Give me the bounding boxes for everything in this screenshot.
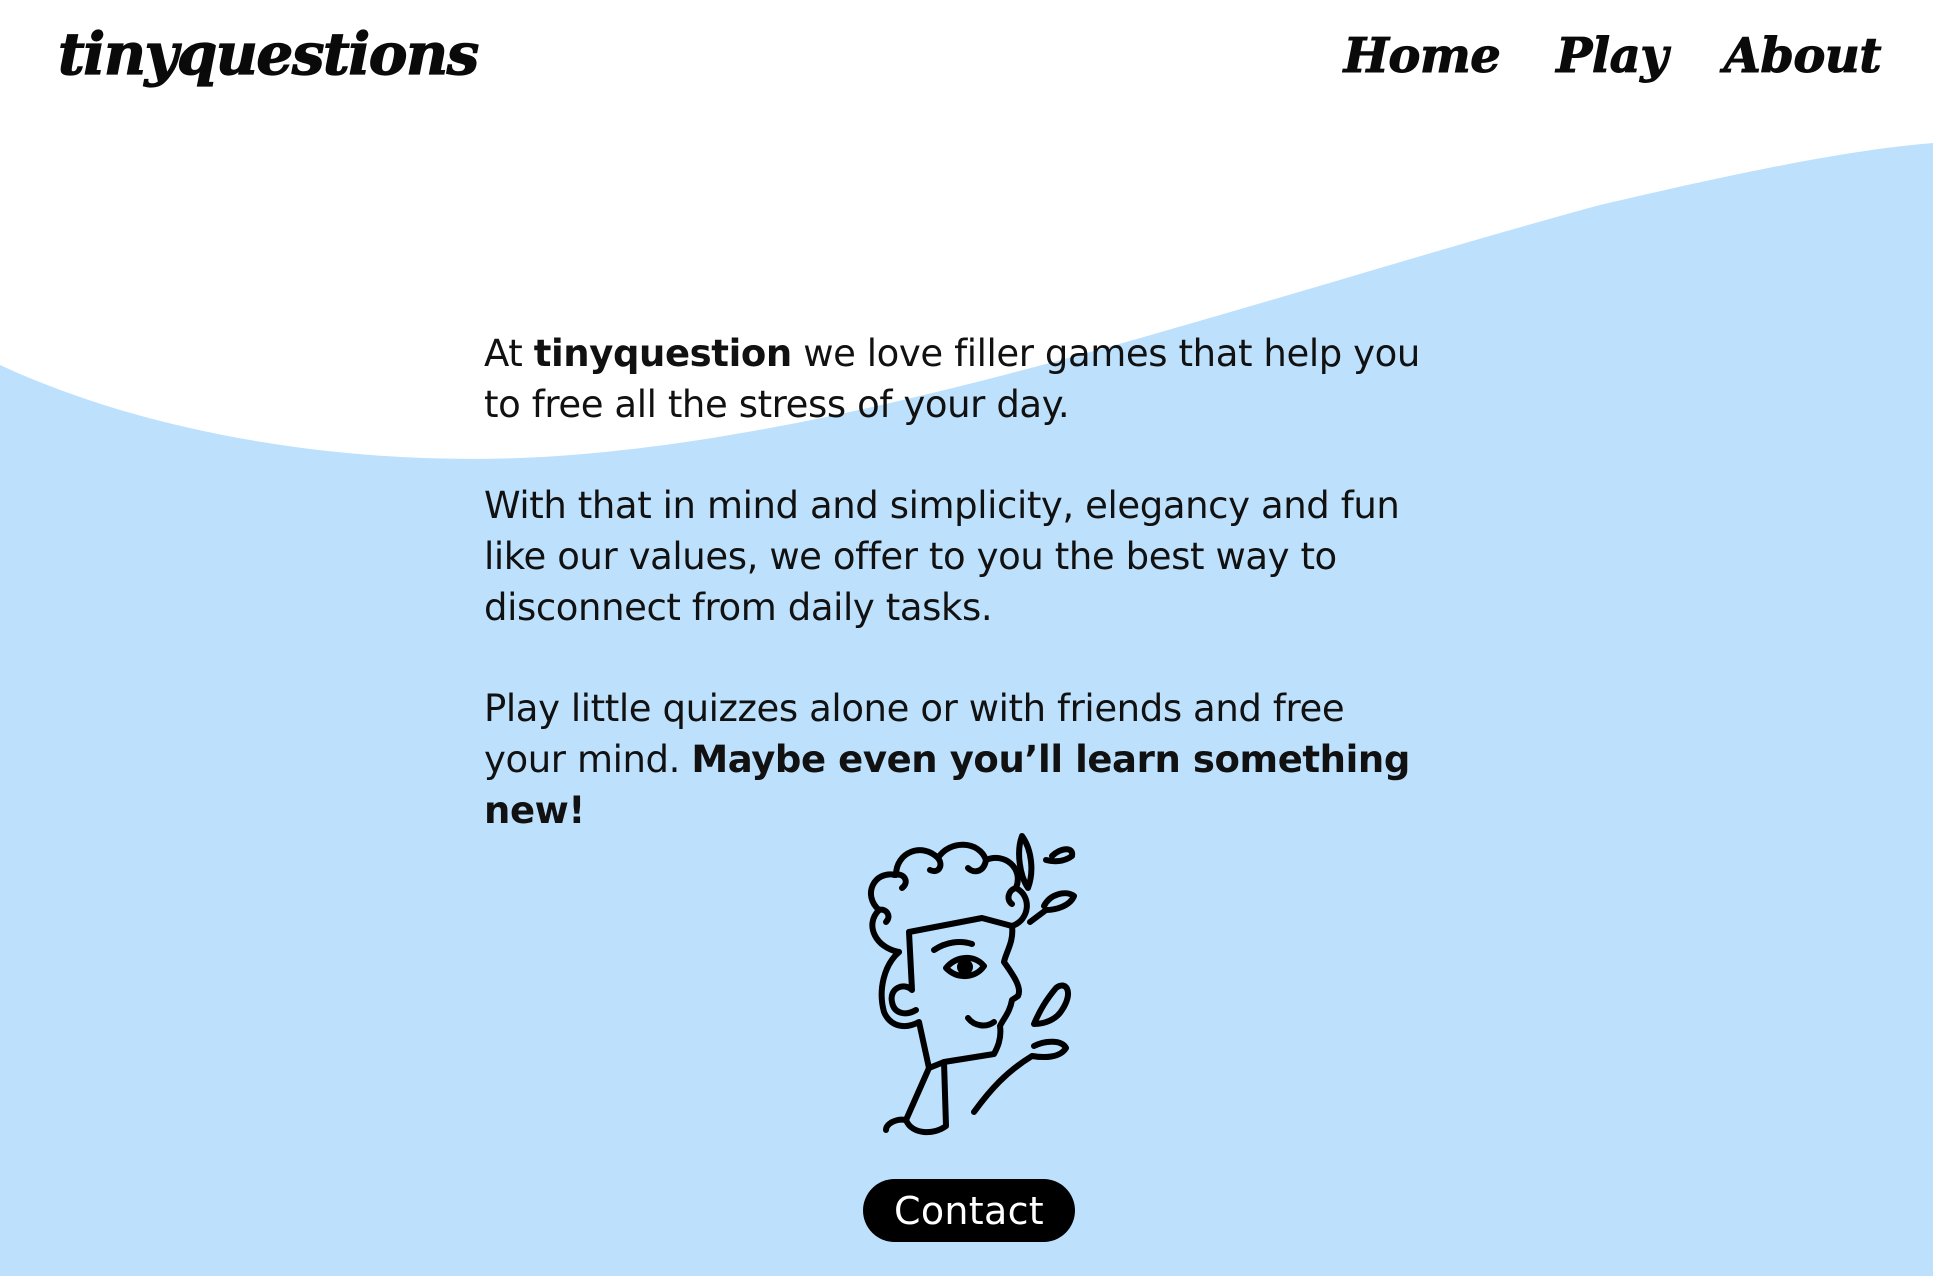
main-nav: Home Play About [1343,28,1882,85]
site-logo[interactable]: tinyquestions [57,19,480,88]
site-header: tinyquestions Home Play About [0,0,1933,130]
head-with-splashes-icon [867,833,1077,1136]
intro-paragraph: At tinyquestion we love filler games tha… [484,332,1420,426]
play-paragraph: Play little quizzes alone or with friend… [484,687,1410,832]
nav-link-about[interactable]: About [1723,28,1882,85]
values-paragraph: With that in mind and simplicity, elegan… [484,484,1400,629]
brand-name: tinyquestion [533,332,793,375]
about-content: At tinyquestion we love filler games tha… [484,328,1424,836]
nav-link-play[interactable]: Play [1556,28,1669,85]
contact-button[interactable]: Contact [863,1179,1075,1242]
nav-link-home[interactable]: Home [1343,28,1501,85]
